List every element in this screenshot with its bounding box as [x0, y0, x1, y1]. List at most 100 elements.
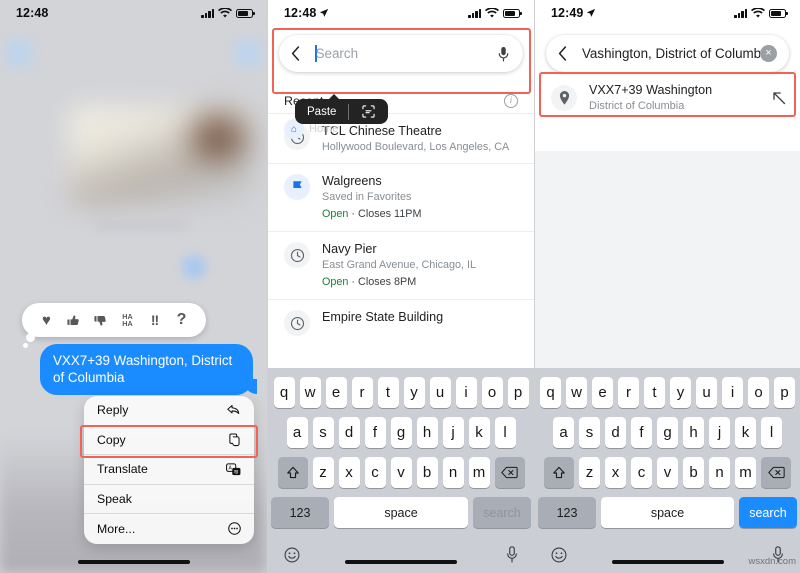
list-item[interactable]: Navy Pier East Grand Avenue, Chicago, IL…: [268, 231, 534, 299]
emoji-icon[interactable]: [551, 547, 567, 563]
key-a[interactable]: a: [286, 417, 308, 448]
key-s[interactable]: s: [579, 417, 600, 448]
key-m[interactable]: m: [735, 457, 756, 488]
key-y[interactable]: y: [403, 377, 425, 408]
keyboard-row-2: a s d f g h j k l: [268, 417, 534, 448]
key-z[interactable]: z: [312, 457, 334, 488]
key-r[interactable]: r: [351, 377, 373, 408]
search-result-row[interactable]: VXX7+39 Washington District of Columbia: [535, 72, 800, 123]
key-i[interactable]: i: [455, 377, 477, 408]
backspace-key[interactable]: [494, 457, 525, 488]
search-input[interactable]: Vashington, District of Columbia: [574, 45, 760, 62]
back-chevron-icon[interactable]: [558, 46, 574, 61]
battery-icon: [236, 8, 255, 18]
message-bubble[interactable]: VXX7+39 Washington, District of Columbia: [40, 344, 257, 395]
key-n[interactable]: n: [709, 457, 730, 488]
key-e[interactable]: e: [592, 377, 613, 408]
key-j[interactable]: j: [442, 417, 464, 448]
key-y[interactable]: y: [670, 377, 691, 408]
key-w[interactable]: w: [299, 377, 321, 408]
menu-item-copy[interactable]: Copy: [84, 426, 254, 455]
key-b[interactable]: b: [683, 457, 704, 488]
search-key[interactable]: search: [739, 497, 797, 528]
scan-text-icon[interactable]: [349, 105, 388, 118]
key-z[interactable]: z: [579, 457, 600, 488]
key-f[interactable]: f: [364, 417, 386, 448]
microphone-icon[interactable]: [496, 46, 511, 62]
search-input[interactable]: Search: [307, 45, 496, 62]
key-g[interactable]: g: [657, 417, 678, 448]
key-h[interactable]: h: [683, 417, 704, 448]
menu-item-more[interactable]: More...: [84, 514, 254, 544]
search-bar[interactable]: Search: [279, 35, 523, 72]
search-bar[interactable]: Vashington, District of Columbia ×: [546, 35, 789, 72]
key-d[interactable]: d: [338, 417, 360, 448]
key-b[interactable]: b: [416, 457, 438, 488]
list-item[interactable]: Empire State Building: [268, 299, 534, 345]
key-k[interactable]: k: [735, 417, 756, 448]
key-q[interactable]: q: [273, 377, 295, 408]
shift-key[interactable]: [544, 457, 574, 488]
key-o[interactable]: o: [748, 377, 769, 408]
key-p[interactable]: p: [507, 377, 529, 408]
key-h[interactable]: h: [416, 417, 438, 448]
keyboard-row-1: q w e r t y u i o p: [268, 377, 534, 408]
key-s[interactable]: s: [312, 417, 334, 448]
emoji-icon[interactable]: [284, 547, 300, 563]
key-u[interactable]: u: [696, 377, 717, 408]
key-t[interactable]: t: [644, 377, 665, 408]
key-w[interactable]: w: [566, 377, 587, 408]
key-u[interactable]: u: [429, 377, 451, 408]
key-v[interactable]: v: [657, 457, 678, 488]
shift-key[interactable]: [277, 457, 308, 488]
key-n[interactable]: n: [442, 457, 464, 488]
arrow-up-left-icon[interactable]: [772, 91, 786, 105]
key-v[interactable]: v: [390, 457, 412, 488]
message-reaction-bar[interactable]: ♥ HA HA !! ?: [22, 303, 206, 348]
space-key[interactable]: space: [334, 497, 468, 528]
key-x[interactable]: x: [338, 457, 360, 488]
reaction-thumbs-up-icon[interactable]: [60, 303, 87, 337]
info-icon[interactable]: i: [504, 94, 518, 108]
key-p[interactable]: p: [774, 377, 795, 408]
menu-item-translate[interactable]: Translate Aख: [84, 455, 254, 485]
key-e[interactable]: e: [325, 377, 347, 408]
key-a[interactable]: a: [553, 417, 574, 448]
reaction-thumbs-down-icon[interactable]: [87, 303, 114, 337]
search-key[interactable]: search: [473, 497, 531, 528]
key-k[interactable]: k: [468, 417, 490, 448]
key-j[interactable]: j: [709, 417, 730, 448]
key-l[interactable]: l: [761, 417, 782, 448]
key-q[interactable]: q: [540, 377, 561, 408]
list-item[interactable]: Walgreens Saved in Favorites Open · Clos…: [268, 163, 534, 231]
menu-item-reply[interactable]: Reply: [84, 396, 254, 426]
paste-button[interactable]: Paste: [295, 106, 348, 118]
back-chevron-icon[interactable]: [291, 46, 307, 61]
key-r[interactable]: r: [618, 377, 639, 408]
key-t[interactable]: t: [377, 377, 399, 408]
menu-item-speak[interactable]: Speak: [84, 485, 254, 514]
clear-circle-icon[interactable]: ×: [760, 45, 777, 62]
key-l[interactable]: l: [494, 417, 516, 448]
key-g[interactable]: g: [390, 417, 412, 448]
key-o[interactable]: o: [481, 377, 503, 408]
key-m[interactable]: m: [468, 457, 490, 488]
key-c[interactable]: c: [364, 457, 386, 488]
numbers-key[interactable]: 123: [538, 497, 596, 528]
paste-tooltip[interactable]: Paste: [295, 94, 389, 124]
reaction-exclamation-icon[interactable]: !!: [141, 303, 168, 337]
reaction-haha-icon[interactable]: HA HA: [114, 303, 141, 337]
dictation-microphone-icon[interactable]: [506, 546, 518, 563]
key-f[interactable]: f: [631, 417, 652, 448]
key-c[interactable]: c: [631, 457, 652, 488]
key-i[interactable]: i: [722, 377, 743, 408]
numbers-key[interactable]: 123: [271, 497, 329, 528]
reaction-heart-icon[interactable]: ♥: [33, 303, 60, 337]
backspace-key[interactable]: [761, 457, 791, 488]
keyboard-row-1: q w e r t y u i o p: [535, 377, 800, 408]
key-d[interactable]: d: [605, 417, 626, 448]
key-x[interactable]: x: [605, 457, 626, 488]
space-key[interactable]: space: [601, 497, 734, 528]
reaction-question-icon[interactable]: ?: [168, 303, 195, 337]
search-placeholder: Search: [315, 46, 359, 61]
